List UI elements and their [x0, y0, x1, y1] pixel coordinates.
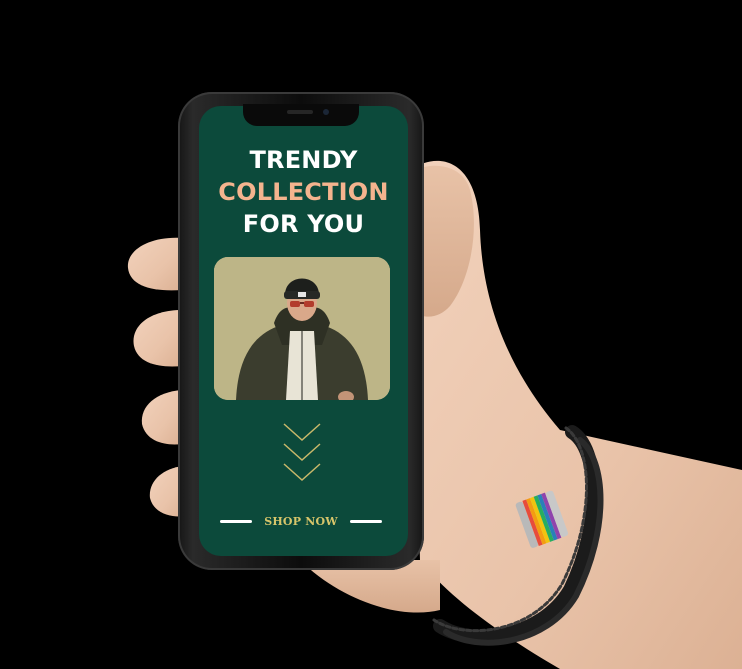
speaker-grille [287, 110, 313, 114]
model-in-jacket-image [214, 257, 390, 400]
headline-line-1: TRENDY [249, 146, 358, 174]
triple-chevron-down-icon [283, 423, 321, 482]
model-photo [214, 257, 390, 400]
headline-line-3: FOR YOU [242, 210, 365, 238]
finger-1 [127, 237, 182, 291]
finger-3 [141, 390, 182, 445]
shop-now-button[interactable]: SHOP NOW [254, 515, 348, 528]
finger-2 [133, 310, 182, 367]
phone-notch [243, 104, 359, 126]
front-camera-icon [323, 109, 329, 115]
cta-divider-left [220, 520, 252, 523]
headline-line-2: COLLECTION [218, 178, 389, 206]
cta-divider-right [350, 520, 382, 523]
